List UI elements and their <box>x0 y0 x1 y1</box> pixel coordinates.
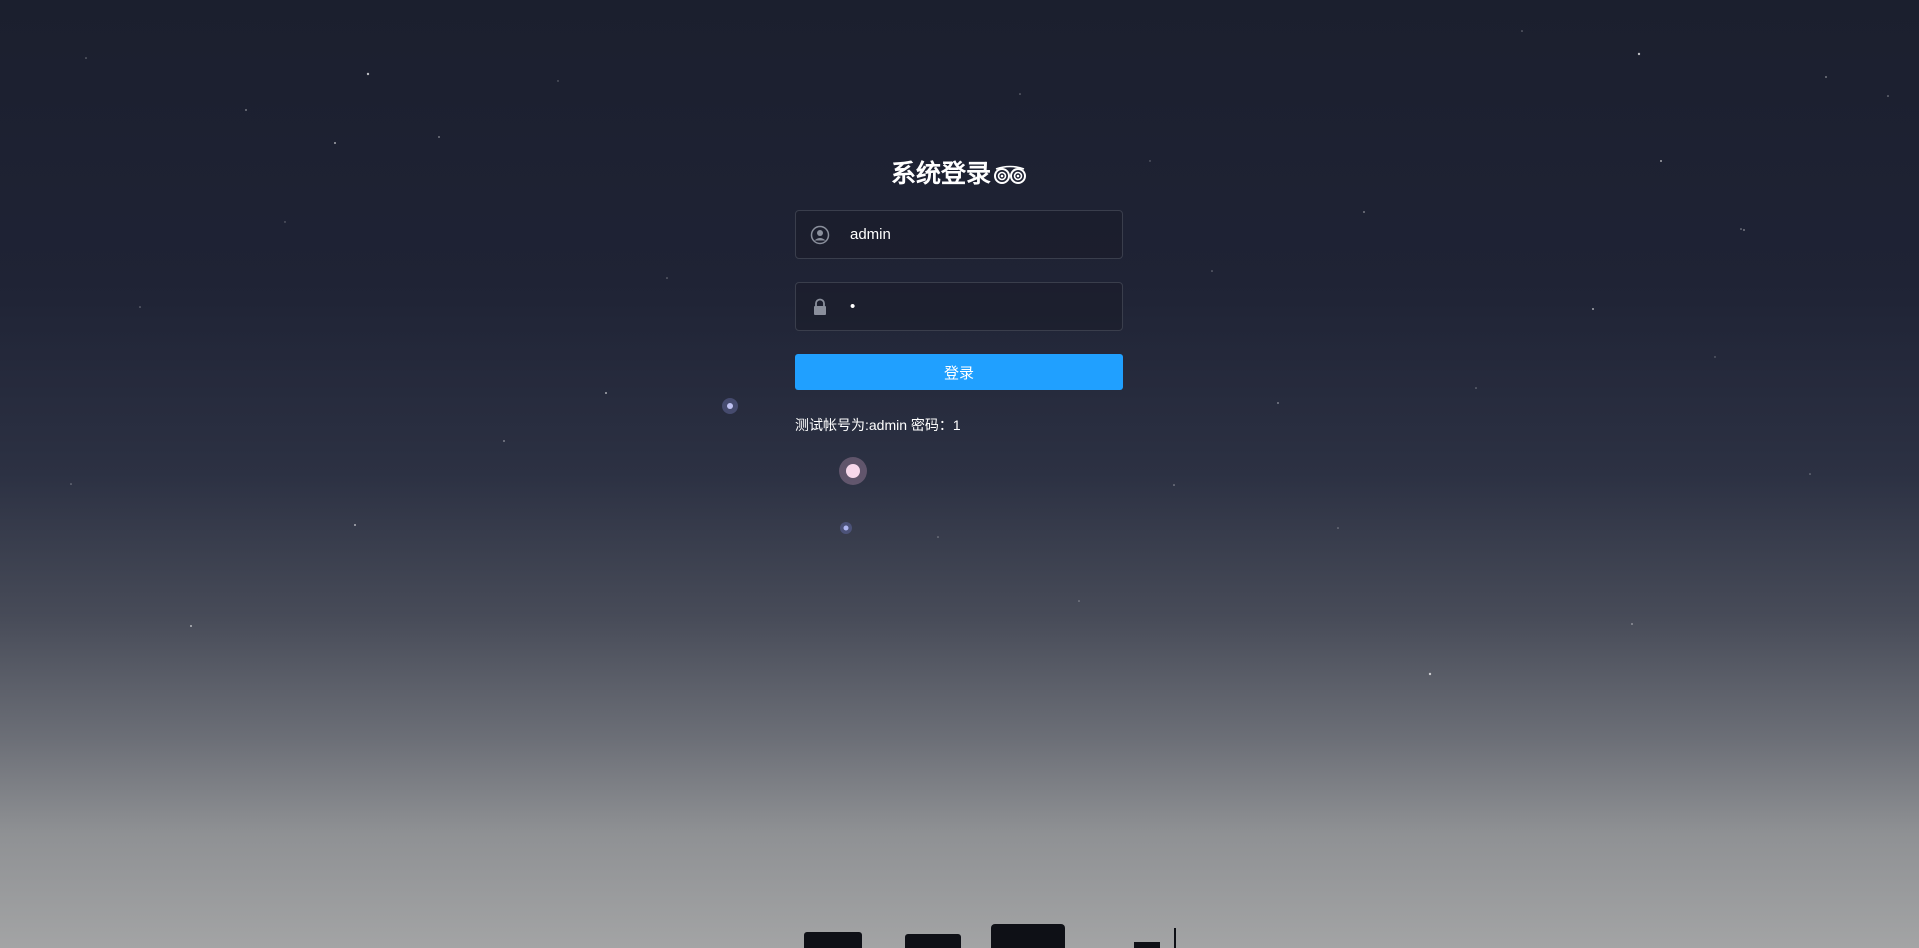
lock-icon <box>814 298 826 315</box>
login-button[interactable]: 登录 <box>795 354 1123 390</box>
password-field[interactable] <box>795 282 1123 331</box>
city-silhouette <box>905 934 961 948</box>
login-title: 系统登录 <box>795 150 1123 198</box>
login-title-text: 系统登录 <box>890 160 991 188</box>
username-input[interactable] <box>850 211 1110 258</box>
test-account-tips: 测试帐号为:admin 密码：1 <box>795 417 961 433</box>
city-silhouette <box>1134 942 1160 948</box>
password-input[interactable] <box>850 283 1110 330</box>
city-silhouette <box>991 924 1065 948</box>
username-field[interactable] <box>795 210 1123 259</box>
night-sky-background <box>70 30 1889 676</box>
owl-eyes-icon <box>994 165 1026 184</box>
login-form: 系统登录 登录 测试帐号为:admin 密码：1 <box>795 150 1123 435</box>
user-circle-icon <box>810 225 830 245</box>
city-silhouette <box>804 932 862 948</box>
city-silhouette <box>1174 928 1176 948</box>
